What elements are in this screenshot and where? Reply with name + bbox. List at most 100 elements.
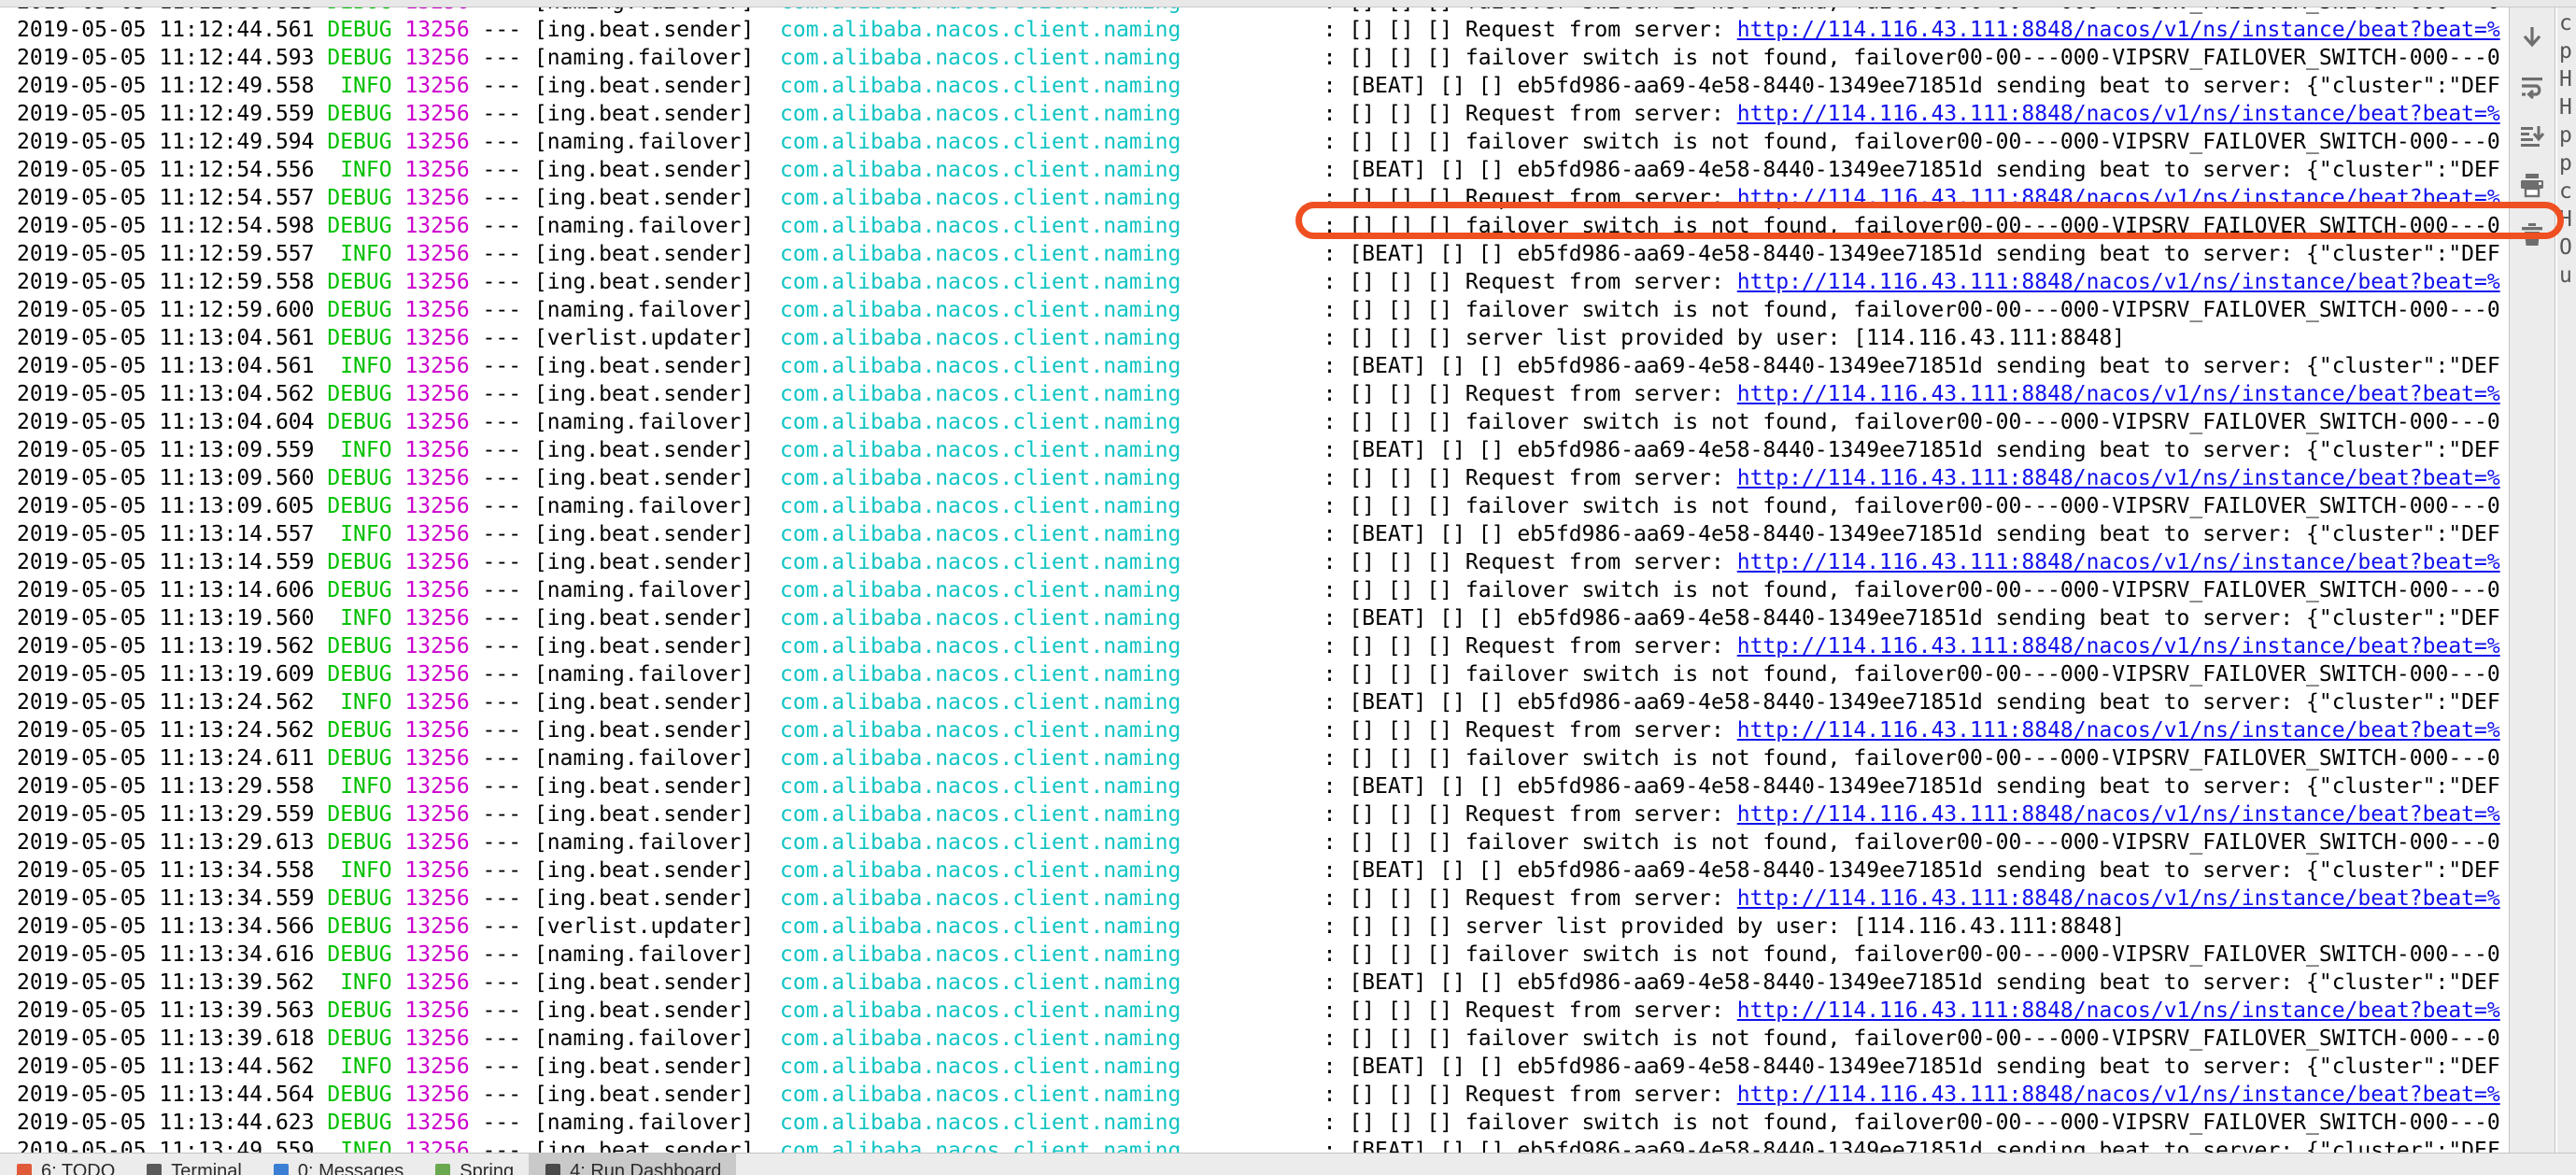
log-separator: --- bbox=[482, 382, 534, 406]
log-pid: 13256 bbox=[404, 18, 483, 42]
log-url[interactable]: http://114.116.43.111:8848/nacos/v1/ns/i… bbox=[1737, 802, 2500, 827]
log-colon: : bbox=[1181, 158, 1350, 182]
console-toolbar bbox=[2509, 7, 2555, 1153]
log-row[interactable]: 2019-05-05 11:13:39.563 DEBUG 13256 --- … bbox=[17, 997, 2509, 1025]
log-url[interactable]: http://114.116.43.111:8848/nacos/v1/ns/i… bbox=[1737, 102, 2500, 126]
log-row[interactable]: 2019-05-05 11:13:34.559 DEBUG 13256 --- … bbox=[17, 885, 2509, 913]
log-thread: [ing.beat.sender] bbox=[533, 690, 781, 715]
log-row[interactable]: 2019-05-05 11:13:14.606 DEBUG 13256 --- … bbox=[17, 576, 2509, 604]
print-button[interactable] bbox=[2511, 163, 2554, 206]
right-side-panel-sliver[interactable]: c p H H p p c H O u bbox=[2557, 7, 2576, 1153]
log-logger: com.alibaba.nacos.client.naming bbox=[780, 466, 1182, 490]
soft-wrap-button[interactable] bbox=[2511, 64, 2554, 107]
log-level: DEBUG bbox=[327, 270, 405, 294]
log-timestamp: 2019-05-05 11:13:39.618 bbox=[17, 1026, 328, 1051]
log-row[interactable]: 2019-05-05 11:12:54.556 INFO 13256 --- [… bbox=[17, 156, 2509, 184]
terminal-icon bbox=[145, 1162, 163, 1175]
log-level: DEBUG bbox=[327, 298, 405, 322]
log-row[interactable]: 2019-05-05 11:13:39.618 DEBUG 13256 --- … bbox=[17, 1025, 2509, 1053]
log-row[interactable]: 2019-05-05 11:12:54.598 DEBUG 13256 --- … bbox=[17, 212, 2509, 240]
log-level: DEBUG bbox=[327, 1111, 405, 1135]
log-row[interactable]: 2019-05-05 11:12:59.600 DEBUG 13256 --- … bbox=[17, 296, 2509, 324]
log-url[interactable]: http://114.116.43.111:8848/nacos/v1/ns/i… bbox=[1737, 718, 2500, 743]
log-row[interactable]: 2019-05-05 11:13:14.557 INFO 13256 --- [… bbox=[17, 520, 2509, 548]
log-row[interactable]: 2019-05-05 11:12:44.593 DEBUG 13256 --- … bbox=[17, 44, 2509, 72]
log-url[interactable]: http://114.116.43.111:8848/nacos/v1/ns/i… bbox=[1737, 186, 2500, 210]
console-output[interactable]: 2019-05-05 11:12:39.613 DEBUG 13256 --- … bbox=[0, 7, 2509, 1153]
log-row[interactable]: 2019-05-05 11:13:19.609 DEBUG 13256 --- … bbox=[17, 660, 2509, 688]
log-row[interactable]: 2019-05-05 11:13:39.562 INFO 13256 --- [… bbox=[17, 969, 2509, 997]
log-row[interactable]: 2019-05-05 11:13:04.604 DEBUG 13256 --- … bbox=[17, 408, 2509, 436]
log-row[interactable]: 2019-05-05 11:12:49.594 DEBUG 13256 --- … bbox=[17, 128, 2509, 156]
log-url[interactable]: http://114.116.43.111:8848/nacos/v1/ns/i… bbox=[1737, 1083, 2500, 1107]
log-url[interactable]: http://114.116.43.111:8848/nacos/v1/ns/i… bbox=[1737, 550, 2500, 574]
log-timestamp: 2019-05-05 11:12:49.594 bbox=[17, 130, 328, 154]
log-row[interactable]: 2019-05-05 11:13:29.559 DEBUG 13256 --- … bbox=[17, 800, 2509, 828]
log-row[interactable]: 2019-05-05 11:12:49.559 DEBUG 13256 --- … bbox=[17, 100, 2509, 128]
log-row[interactable]: 2019-05-05 11:13:34.566 DEBUG 13256 --- … bbox=[17, 913, 2509, 941]
tool-window-button-1[interactable]: Terminal bbox=[130, 1154, 257, 1175]
log-row[interactable]: 2019-05-05 11:13:04.561 DEBUG 13256 --- … bbox=[17, 324, 2509, 352]
log-timestamp: 2019-05-05 11:12:44.593 bbox=[17, 46, 328, 70]
log-url[interactable]: http://114.116.43.111:8848/nacos/v1/ns/i… bbox=[1737, 466, 2500, 490]
log-logger: com.alibaba.nacos.client.naming bbox=[780, 7, 1181, 14]
log-row[interactable]: 2019-05-05 11:12:59.557 INFO 13256 --- [… bbox=[17, 240, 2509, 268]
log-row[interactable]: 2019-05-05 11:13:04.561 INFO 13256 --- [… bbox=[17, 352, 2509, 380]
log-thread: [ing.beat.sender] bbox=[533, 634, 781, 658]
log-row[interactable]: 2019-05-05 11:13:44.623 DEBUG 13256 --- … bbox=[17, 1109, 2509, 1137]
log-separator: --- bbox=[482, 46, 534, 70]
log-colon: : bbox=[1181, 214, 1350, 238]
log-logger: com.alibaba.nacos.client.naming bbox=[780, 1139, 1182, 1153]
log-thread: [ing.beat.sender] bbox=[533, 1055, 781, 1079]
scroll-to-bottom-button[interactable] bbox=[2511, 114, 2554, 157]
log-url[interactable]: http://114.116.43.111:8848/nacos/v1/ns/i… bbox=[1737, 270, 2500, 294]
log-row[interactable]: 2019-05-05 11:13:19.562 DEBUG 13256 --- … bbox=[17, 632, 2509, 660]
log-row[interactable]: 2019-05-05 11:13:09.605 DEBUG 13256 --- … bbox=[17, 492, 2509, 520]
tool-window-button-0[interactable]: 6: TODO bbox=[0, 1154, 130, 1175]
log-row[interactable]: 2019-05-05 11:12:39.613 DEBUG 13256 --- … bbox=[17, 7, 2509, 16]
log-row[interactable]: 2019-05-05 11:13:09.560 DEBUG 13256 --- … bbox=[17, 464, 2509, 492]
log-row[interactable]: 2019-05-05 11:13:29.558 INFO 13256 --- [… bbox=[17, 772, 2509, 800]
log-row[interactable]: 2019-05-05 11:13:34.616 DEBUG 13256 --- … bbox=[17, 941, 2509, 969]
tool-window-button-2[interactable]: 0: Messages bbox=[257, 1154, 418, 1175]
log-row[interactable]: 2019-05-05 11:13:24.562 DEBUG 13256 --- … bbox=[17, 716, 2509, 744]
log-logger: com.alibaba.nacos.client.naming bbox=[780, 578, 1182, 602]
log-row[interactable]: 2019-05-05 11:12:59.558 DEBUG 13256 --- … bbox=[17, 268, 2509, 296]
log-row[interactable]: 2019-05-05 11:13:09.559 INFO 13256 --- [… bbox=[17, 436, 2509, 464]
log-colon: : bbox=[1181, 186, 1350, 210]
log-colon: : bbox=[1181, 746, 1350, 771]
tool-window-button-4[interactable]: 4: Run Dashboard bbox=[529, 1154, 737, 1175]
log-logger: com.alibaba.nacos.client.naming bbox=[780, 718, 1182, 743]
log-row[interactable]: 2019-05-05 11:13:14.559 DEBUG 13256 --- … bbox=[17, 548, 2509, 576]
log-row[interactable]: 2019-05-05 11:12:54.557 DEBUG 13256 --- … bbox=[17, 184, 2509, 212]
log-row[interactable]: 2019-05-05 11:13:44.564 DEBUG 13256 --- … bbox=[17, 1081, 2509, 1109]
log-row[interactable]: 2019-05-05 11:13:29.613 DEBUG 13256 --- … bbox=[17, 828, 2509, 856]
log-row[interactable]: 2019-05-05 11:12:44.561 DEBUG 13256 --- … bbox=[17, 16, 2509, 44]
log-url[interactable]: http://114.116.43.111:8848/nacos/v1/ns/i… bbox=[1737, 18, 2500, 42]
log-pid: 13256 bbox=[404, 74, 483, 98]
log-colon: : bbox=[1181, 774, 1350, 799]
log-row[interactable]: 2019-05-05 11:12:49.558 INFO 13256 --- [… bbox=[17, 72, 2509, 100]
log-row[interactable]: 2019-05-05 11:13:49.559 INFO 13256 --- [… bbox=[17, 1137, 2509, 1153]
log-url[interactable]: http://114.116.43.111:8848/nacos/v1/ns/i… bbox=[1737, 998, 2500, 1023]
log-row[interactable]: 2019-05-05 11:13:44.562 INFO 13256 --- [… bbox=[17, 1053, 2509, 1081]
log-level: DEBUG bbox=[327, 662, 405, 687]
log-url[interactable]: http://114.116.43.111:8848/nacos/v1/ns/i… bbox=[1737, 382, 2500, 406]
log-url[interactable]: http://114.116.43.111:8848/nacos/v1/ns/i… bbox=[1737, 634, 2500, 658]
panel-splitter[interactable] bbox=[0, 0, 2576, 7]
tool-window-label: Terminal bbox=[171, 1160, 242, 1175]
log-pid: 13256 bbox=[404, 1026, 483, 1051]
log-timestamp: 2019-05-05 11:13:44.564 bbox=[17, 1083, 328, 1107]
log-url[interactable]: http://114.116.43.111:8848/nacos/v1/ns/i… bbox=[1737, 886, 2500, 911]
log-row[interactable]: 2019-05-05 11:13:19.560 INFO 13256 --- [… bbox=[17, 604, 2509, 632]
clear-all-button[interactable] bbox=[2511, 213, 2554, 256]
log-timestamp: 2019-05-05 11:13:34.566 bbox=[17, 914, 328, 939]
log-row[interactable]: 2019-05-05 11:13:04.562 DEBUG 13256 --- … bbox=[17, 380, 2509, 408]
tool-window-button-3[interactable]: Spring bbox=[418, 1154, 529, 1175]
log-row[interactable]: 2019-05-05 11:13:34.558 INFO 13256 --- [… bbox=[17, 856, 2509, 885]
log-colon: : bbox=[1181, 718, 1350, 743]
log-level: INFO bbox=[327, 970, 405, 995]
scroll-to-end-button[interactable] bbox=[2511, 15, 2554, 58]
log-row[interactable]: 2019-05-05 11:13:24.562 INFO 13256 --- [… bbox=[17, 688, 2509, 716]
log-row[interactable]: 2019-05-05 11:13:24.611 DEBUG 13256 --- … bbox=[17, 744, 2509, 772]
